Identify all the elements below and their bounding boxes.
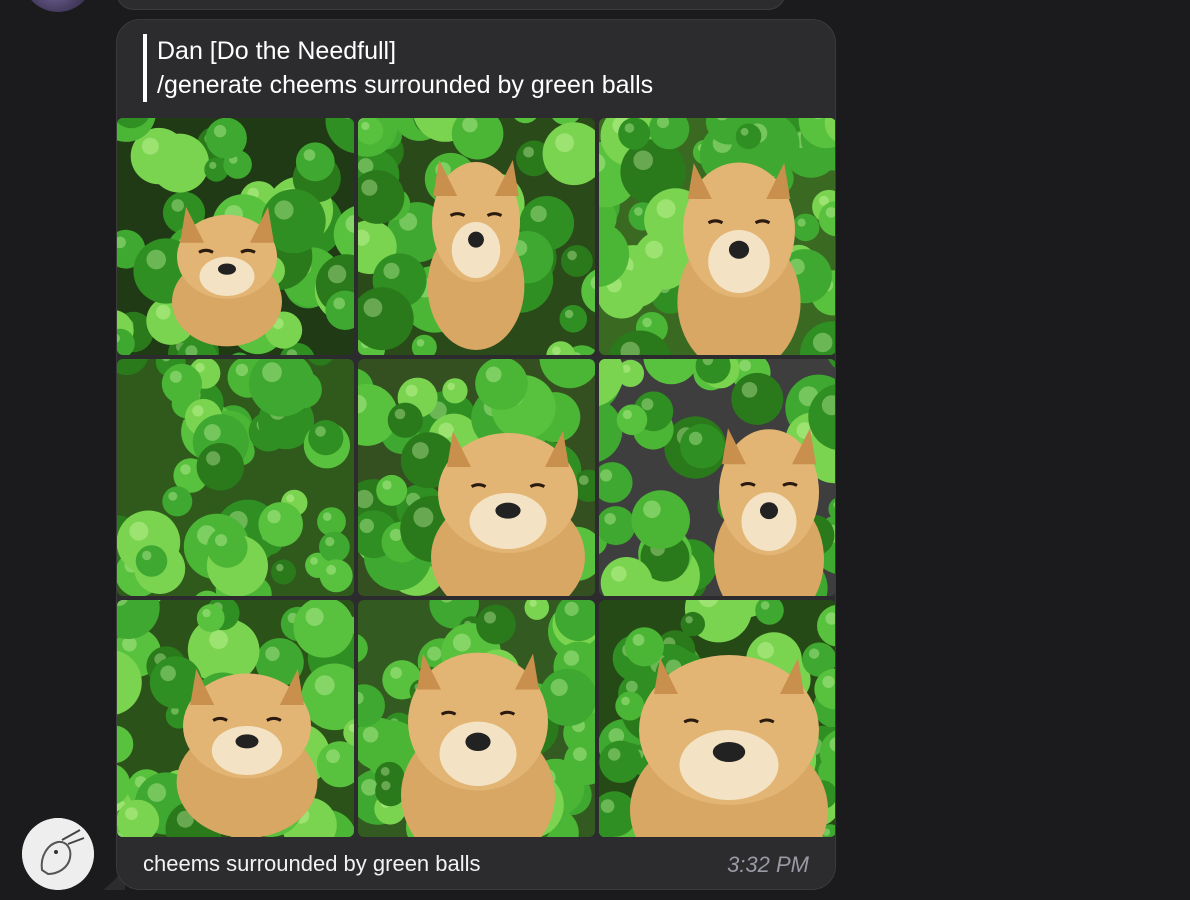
generated-image-9[interactable] (599, 600, 835, 837)
previous-message-bubble (116, 0, 786, 10)
generated-image-1[interactable] (117, 118, 354, 355)
reply-text: /generate cheems surrounded by green bal… (157, 71, 654, 99)
image-grid (117, 118, 835, 838)
bot-avatar[interactable] (22, 818, 94, 890)
message-timestamp: 3:32 PM (727, 852, 809, 877)
generated-image-7[interactable] (117, 600, 354, 837)
previous-sender-avatar[interactable] (22, 0, 94, 12)
generated-image-8[interactable] (358, 600, 595, 837)
reply-author: Dan [Do the Needfull] (157, 37, 397, 65)
generated-image-3[interactable] (599, 118, 835, 355)
generated-image-4[interactable] (117, 359, 354, 596)
generated-image-5[interactable] (358, 359, 595, 596)
message-caption: cheems surrounded by green balls (143, 851, 481, 876)
generated-image-6[interactable] (599, 359, 835, 596)
reply-quote[interactable]: Dan [Do the Needfull] /generate cheems s… (143, 34, 815, 102)
bot-message-bubble: Dan [Do the Needfull] /generate cheems s… (116, 19, 836, 890)
generated-image-2[interactable] (358, 118, 595, 355)
